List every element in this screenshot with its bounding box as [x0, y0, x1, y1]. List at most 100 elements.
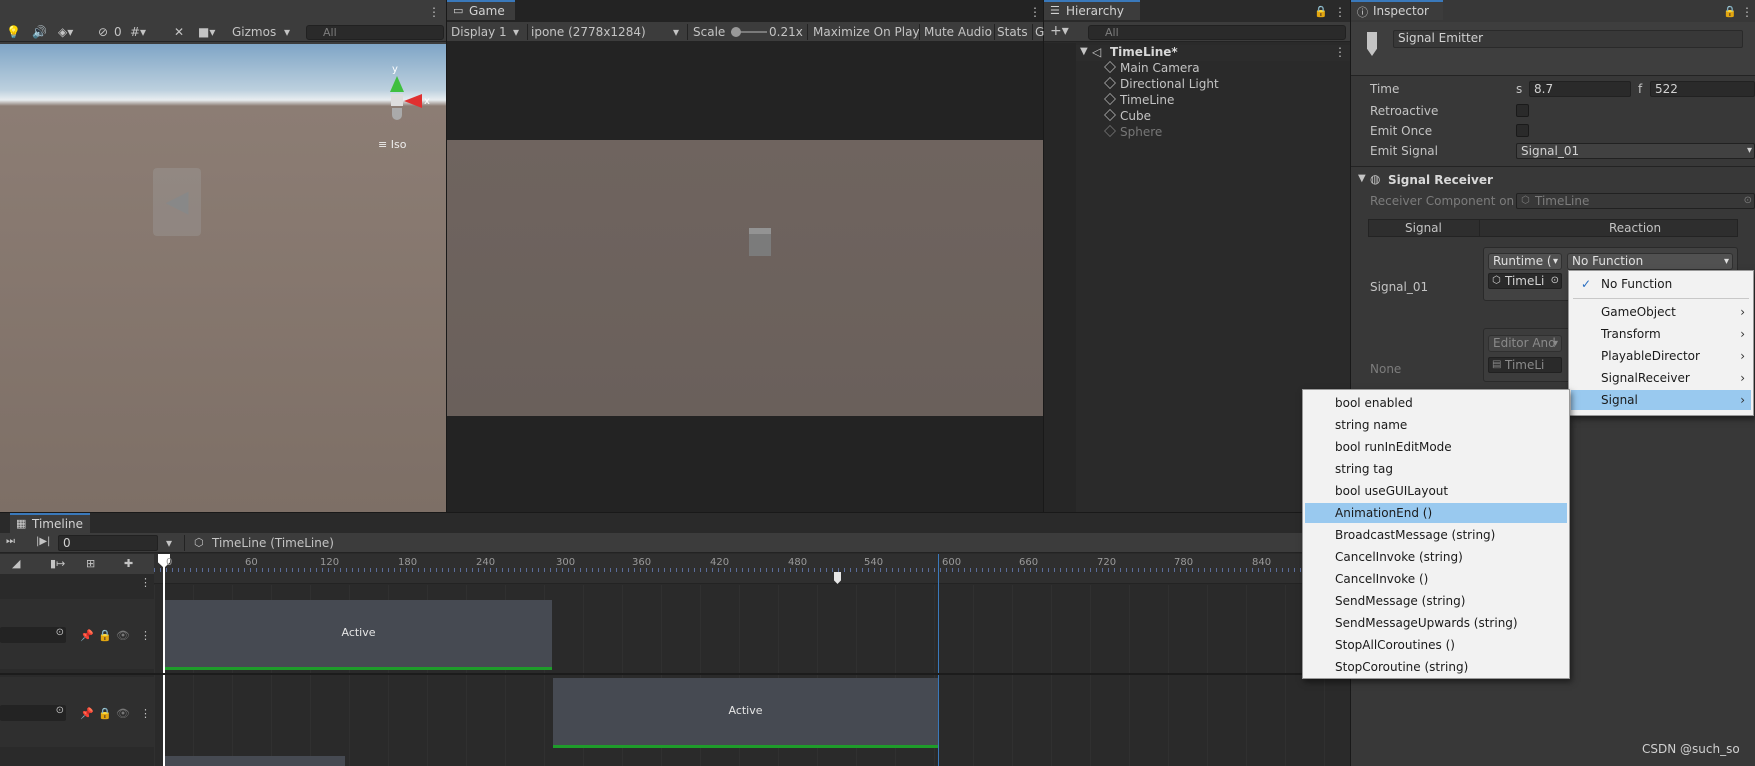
lighting-icon[interactable]: 💡 [6, 25, 21, 39]
track-binding-field[interactable]: ⊙ [0, 627, 66, 643]
scene-menu-dots-icon[interactable]: ⋮ [1334, 45, 1346, 59]
activation-clip-1[interactable]: Active [165, 600, 552, 670]
track-menu-icon[interactable]: ⋮ [140, 576, 151, 589]
lock-icon[interactable]: 🔒 [98, 629, 112, 642]
menu-item-signalreceiver[interactable]: SignalReceiver › [1571, 368, 1751, 388]
audio-source-gizmo-icon[interactable]: ◀ [153, 168, 201, 236]
menu-item-transform[interactable]: Transform › [1571, 324, 1751, 344]
stats-toggle[interactable]: Stats [997, 25, 1028, 39]
tab-game[interactable]: ▭ Game [447, 0, 515, 20]
track-options-icon[interactable]: ⋮ [140, 707, 151, 720]
menu-item-no-function[interactable]: ✓ No Function [1571, 274, 1751, 294]
display-dropdown[interactable]: Display 1 [451, 25, 507, 39]
maximize-on-play-toggle[interactable]: Maximize On Play [813, 25, 920, 39]
hierarchy-menu-icon[interactable]: ⋮ [1334, 5, 1346, 19]
game-gizmos-toggle[interactable]: G [1035, 25, 1044, 39]
submenu-item-sendmessage[interactable]: SendMessage (string) [1305, 591, 1567, 611]
track-options-icon[interactable]: ⋮ [140, 629, 151, 642]
hierarchy-search-input[interactable]: All [1088, 25, 1346, 40]
hierarchy-item-directional-light[interactable]: Directional Light [1104, 77, 1219, 91]
tab-timeline[interactable]: ▦ Timeline [10, 513, 90, 533]
resolution-dropdown[interactable]: ipone (2778x1284) [531, 25, 646, 39]
track-binding-field[interactable]: ⊙ [0, 705, 66, 721]
submenu-item-cancelinvoke-string[interactable]: CancelInvoke (string) [1305, 547, 1567, 567]
visibility-icon[interactable]: 👁 [116, 707, 130, 720]
grid-icon[interactable]: #▾ [130, 25, 146, 39]
activation-clip-3[interactable] [165, 756, 345, 766]
gizmos-dropdown[interactable]: Gizmos [232, 25, 276, 39]
play-range-icon[interactable]: ⏭ [6, 536, 15, 547]
add-track-icon[interactable]: ◢ [12, 557, 20, 570]
mute-audio-toggle[interactable]: Mute Audio [924, 25, 992, 39]
submenu-item-animationend[interactable]: AnimationEnd () [1305, 503, 1567, 523]
submenu-item-bool-runineditmode[interactable]: bool runInEditMode [1305, 437, 1567, 457]
track-header-2[interactable]: ⊙ 📌 🔒 👁 ⋮ [0, 677, 154, 747]
frame-step-icon[interactable]: |▶| [36, 536, 50, 547]
time-seconds-input[interactable]: 8.7 [1529, 81, 1631, 97]
inspector-menu-icon[interactable]: ⋮ [1741, 5, 1753, 19]
menu-item-playabledirector[interactable]: PlayableDirector › [1571, 346, 1751, 366]
effects-icon[interactable]: ◈▾ [58, 25, 73, 39]
snap-icon[interactable]: ⊞ [86, 557, 95, 570]
hierarchy-item-timeline[interactable]: TimeLine [1104, 93, 1174, 107]
camera-icon[interactable]: ■▾ [198, 25, 215, 39]
menu-item-gameobject[interactable]: GameObject › [1571, 302, 1751, 322]
signal-receiver-header[interactable]: ▼ ◍ Signal Receiver [1356, 172, 1755, 190]
frame-input[interactable]: 0 [58, 535, 158, 551]
lock-track-icon[interactable]: ✚ [124, 557, 133, 570]
submenu-item-bool-useguilayout[interactable]: bool useGUILayout [1305, 481, 1567, 501]
scale-slider[interactable] [731, 27, 767, 37]
row1-runtime-dropdown[interactable]: Runtime ( ▾ [1488, 253, 1562, 270]
submenu-item-string-tag[interactable]: string tag [1305, 459, 1567, 479]
pin-icon[interactable]: 📌 [80, 629, 94, 642]
hierarchy-item-sphere[interactable]: Sphere [1104, 125, 1162, 139]
hierarchy-lock-icon[interactable]: 🔒 [1314, 5, 1328, 18]
submenu-item-string-name[interactable]: string name [1305, 415, 1567, 435]
inspector-lock-icon[interactable]: 🔒 [1723, 5, 1737, 18]
submenu-item-stopcoroutine[interactable]: StopCoroutine (string) [1305, 657, 1567, 677]
game-menu-icon[interactable]: ⋮ [1029, 5, 1041, 19]
row2-object-field[interactable]: ▤ TimeLi [1488, 357, 1562, 373]
track-header-1[interactable]: ⊙ 📌 🔒 👁 ⋮ [0, 599, 154, 669]
row2-runtime-dropdown[interactable]: Editor And ▾ [1488, 335, 1562, 352]
hierarchy-item-main-camera[interactable]: Main Camera [1104, 61, 1200, 75]
scene-search-input[interactable]: All [306, 25, 444, 40]
submenu-item-cancelinvoke[interactable]: CancelInvoke () [1305, 569, 1567, 589]
lock-icon[interactable]: 🔒 [98, 707, 112, 720]
game-render-area[interactable] [447, 140, 1043, 416]
submenu-item-broadcastmessage[interactable]: BroadcastMessage (string) [1305, 525, 1567, 545]
foldout-arrow-icon[interactable]: ▼ [1358, 173, 1366, 184]
emit-signal-field[interactable]: Signal_01 ▾ [1516, 143, 1755, 159]
activation-clip-2[interactable]: Active [553, 678, 938, 748]
tools-icon[interactable]: ✕ [174, 25, 184, 39]
gizmos-arrow-icon[interactable]: ▾ [284, 25, 290, 39]
frame-dropdown-arrow-icon[interactable]: ▾ [166, 536, 172, 550]
submenu-item-bool-enabled[interactable]: bool enabled [1305, 393, 1567, 413]
scene-menu-icon[interactable]: ⋮ [428, 5, 440, 19]
tab-inspector[interactable]: ⓘ Inspector [1351, 0, 1443, 20]
orientation-gizmo[interactable]: y x [364, 64, 430, 144]
time-frames-input[interactable]: 522 [1650, 81, 1755, 97]
hidden-objects-icon[interactable]: ⊘ [98, 25, 108, 39]
resolution-arrow-icon[interactable]: ▾ [673, 25, 679, 39]
audio-icon[interactable]: 🔊 [32, 25, 47, 39]
submenu-item-sendmessageupwards[interactable]: SendMessageUpwards (string) [1305, 613, 1567, 633]
pin-icon[interactable]: 📌 [80, 707, 94, 720]
menu-item-signal[interactable]: Signal › [1571, 390, 1751, 410]
row1-function-dropdown[interactable]: No Function ▾ [1567, 253, 1733, 270]
display-arrow-icon[interactable]: ▾ [513, 25, 519, 39]
visibility-icon[interactable]: 👁 [116, 629, 130, 642]
tab-hierarchy[interactable]: ☰ Hierarchy [1044, 0, 1140, 20]
object-name-field[interactable]: Signal Emitter [1393, 30, 1743, 48]
timeline-asset-label[interactable]: TimeLine (TimeLine) [212, 536, 334, 550]
submenu-item-stopallcoroutines[interactable]: StopAllCoroutines () [1305, 635, 1567, 655]
hierarchy-item-cube[interactable]: Cube [1104, 109, 1151, 123]
create-plus-icon[interactable]: +▾ [1050, 23, 1069, 39]
row1-object-field[interactable]: ⬡ TimeLi ⊙ [1488, 273, 1562, 289]
ripple-icon[interactable]: ▮↦ [50, 557, 65, 570]
scene-canvas[interactable]: ◀ y x ≡ Iso [0, 44, 446, 512]
expand-arrow-icon[interactable]: ▼ [1080, 46, 1088, 57]
signal-marker-icon[interactable] [834, 572, 841, 584]
iso-label[interactable]: ≡ Iso [378, 138, 406, 151]
scale-slider-handle[interactable] [731, 27, 741, 37]
